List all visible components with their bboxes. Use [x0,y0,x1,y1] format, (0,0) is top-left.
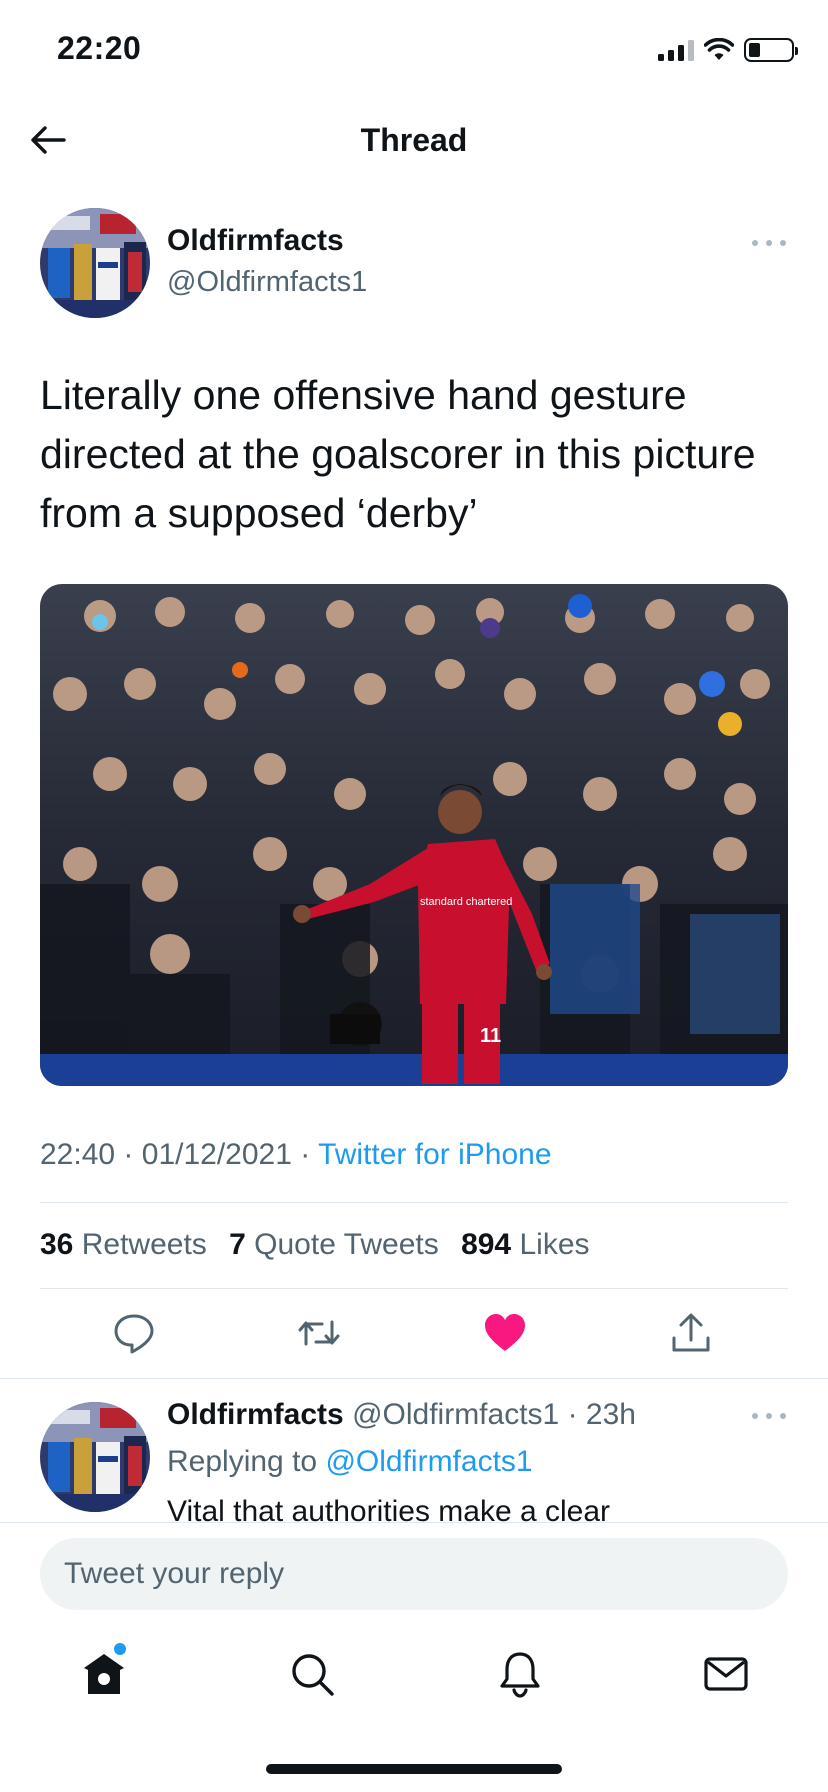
status-time: 22:20 [57,30,142,66]
more-options-icon[interactable] [752,238,786,248]
reply-text-container: Vital that authorities make a clear [167,1490,807,1522]
search-icon[interactable] [288,1650,336,1698]
messages-icon[interactable] [702,1650,750,1698]
notifications-icon[interactable] [496,1650,544,1698]
tweet-image[interactable]: standard chartered 11 [40,584,788,1086]
quote-tweets-label[interactable]: Quote Tweets [254,1228,439,1261]
retweet-icon[interactable] [296,1310,342,1356]
reply-time: · 23h [567,1398,636,1431]
divider [0,1378,828,1379]
composer-divider [0,1522,828,1523]
meta-separator: · [123,1138,134,1171]
replying-mention-link[interactable]: @Oldfirmfacts1 [325,1445,532,1478]
retweets-count[interactable]: 36 [40,1228,73,1261]
reply-text[interactable]: Vital that authorities make a clear [167,1490,807,1522]
meta-separator: · [300,1138,311,1171]
divider [40,1202,788,1203]
tweet-actions [0,1306,828,1362]
likes-label[interactable]: Likes [519,1228,589,1261]
page-title: Thread [360,122,468,158]
home-icon[interactable] [80,1650,128,1698]
reply-author-handle[interactable]: @Oldfirmfacts1 [352,1398,559,1431]
tweet-stats: 36 Retweets 7 Quote Tweets 894 Likes [40,1228,590,1262]
shirt-number: 11 [480,1025,501,1047]
tweet-time: 22:40 [40,1138,116,1171]
quote-tweets-count[interactable]: 7 [229,1228,246,1261]
sponsor-label: standard chartered [420,896,512,908]
thread-header: Thread [0,100,828,180]
retweets-label[interactable]: Retweets [82,1228,207,1261]
author-avatar[interactable] [40,208,150,318]
divider [40,1288,788,1289]
reply-icon[interactable] [111,1310,157,1356]
status-bar: 22:20 [0,0,828,100]
tweet-date: 01/12/2021 [141,1138,292,1171]
reply-author-name[interactable]: Oldfirmfacts [167,1398,344,1431]
tweet-source-link[interactable]: Twitter for iPhone [318,1138,551,1171]
author-handle[interactable]: @Oldfirmfacts1 [167,266,367,299]
tweet-text: Literally one offensive hand gesture dir… [40,372,756,536]
new-content-badge [114,1643,126,1655]
home-indicator[interactable] [266,1764,562,1774]
wifi-icon [704,38,734,60]
replying-to: Replying to @Oldfirmfacts1 [167,1445,533,1479]
status-icons [658,36,798,64]
reply-input[interactable]: Tweet your reply [40,1538,788,1610]
battery-icon [744,38,798,62]
like-icon[interactable] [482,1310,528,1356]
share-icon[interactable] [668,1310,714,1356]
reply-header: Oldfirmfacts @Oldfirmfacts1 · 23h [167,1398,636,1432]
author-name[interactable]: Oldfirmfacts [167,224,344,258]
replying-prefix: Replying to [167,1445,318,1478]
signal-icon [658,39,694,61]
likes-count[interactable]: 894 [461,1228,511,1261]
reply-more-options-icon[interactable] [752,1411,786,1421]
reply-author-avatar[interactable] [40,1402,150,1512]
tweet-meta: 22:40 · 01/12/2021 · Twitter for iPhone [40,1138,552,1172]
